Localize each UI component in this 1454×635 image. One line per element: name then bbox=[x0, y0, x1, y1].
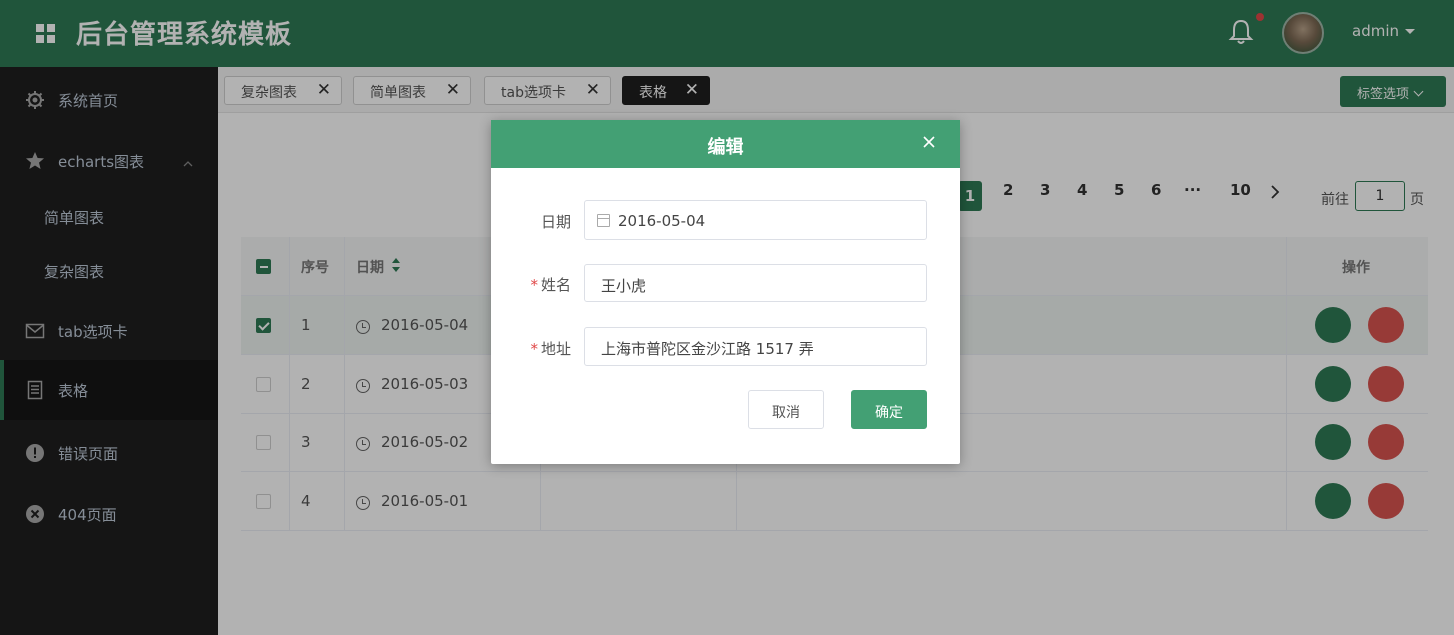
address-field-label: * 地址 bbox=[530, 340, 571, 358]
calendar-icon bbox=[597, 214, 610, 227]
date-value: 2016-05-04 bbox=[618, 212, 706, 230]
date-field-label: 日期 bbox=[540, 213, 571, 231]
address-value: 上海市普陀区金沙江路 1517 弄 bbox=[601, 340, 814, 358]
address-input[interactable]: 上海市普陀区金沙江路 1517 弄 bbox=[584, 327, 927, 366]
name-value: 王小虎 bbox=[601, 277, 647, 295]
name-input[interactable]: 王小虎 bbox=[584, 264, 927, 302]
date-picker[interactable]: 2016-05-04 bbox=[584, 200, 927, 240]
edit-dialog: 编辑 日期 2016-05-04 * 姓名 王小虎 * 地址 上海市普陀区金沙江路 … bbox=[491, 120, 960, 464]
close-icon[interactable] bbox=[921, 134, 937, 150]
cancel-button[interactable]: 取消 bbox=[748, 390, 824, 429]
name-field-label: * 姓名 bbox=[530, 276, 571, 294]
dialog-title: 编辑 bbox=[707, 137, 744, 158]
dialog-header: 编辑 bbox=[491, 120, 960, 168]
confirm-button[interactable]: 确定 bbox=[851, 390, 927, 429]
